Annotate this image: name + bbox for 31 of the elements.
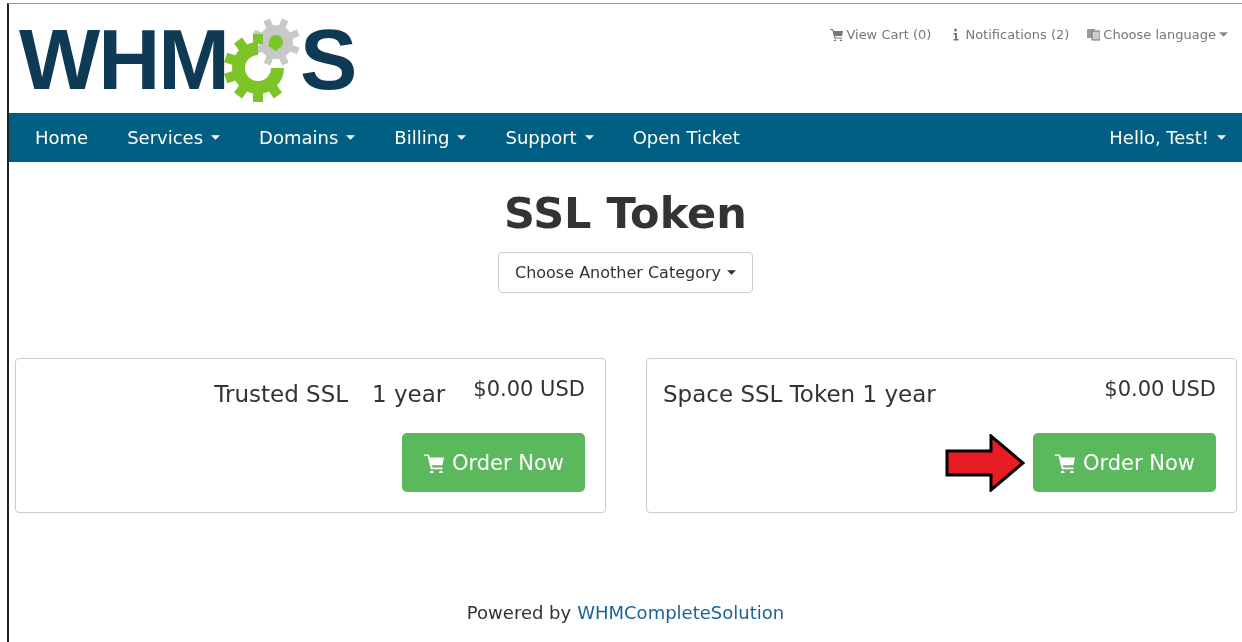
cart-icon <box>830 27 844 41</box>
product-name: Space SSL Token 1 year <box>663 381 936 407</box>
product-price: $0.00 USD <box>1104 377 1216 401</box>
caret-icon <box>211 135 221 140</box>
caret-icon <box>346 135 356 140</box>
translate-icon <box>1087 27 1101 41</box>
top-link[interactable]: Notifications (2) <box>949 26 1070 42</box>
user-menu[interactable]: Hello, Test! <box>1109 127 1226 148</box>
nav-item[interactable]: Home <box>35 127 108 148</box>
cart-icon <box>422 452 445 473</box>
product-name: Trusted SSL <box>214 381 349 407</box>
top-link[interactable]: View Cart (0) <box>830 26 932 42</box>
caret-icon <box>1219 31 1228 37</box>
product-name: 1 year <box>372 381 446 407</box>
nav-item[interactable]: Billing <box>394 127 486 148</box>
top-link[interactable]: Choose language <box>1087 26 1228 42</box>
caret-icon <box>457 135 467 140</box>
nav-item[interactable]: Services <box>127 127 240 148</box>
nav-item[interactable]: Domains <box>259 127 375 148</box>
nav-item[interactable]: Open Ticket <box>632 127 759 148</box>
caret-icon <box>584 135 594 140</box>
footer-text: Powered by <box>466 602 572 623</box>
logo[interactable]: WHM S <box>19 16 356 102</box>
product-price: $0.00 USD <box>473 377 585 401</box>
page-title: SSL Token <box>504 188 747 238</box>
category-dropdown[interactable]: Choose Another Category <box>497 252 753 293</box>
nav-item[interactable]: Support <box>505 127 613 148</box>
cart-icon <box>1053 452 1076 473</box>
caret-icon <box>727 270 736 275</box>
caret-icon <box>1217 135 1226 140</box>
footer-link[interactable]: WHMCompleteSolution <box>577 602 785 623</box>
